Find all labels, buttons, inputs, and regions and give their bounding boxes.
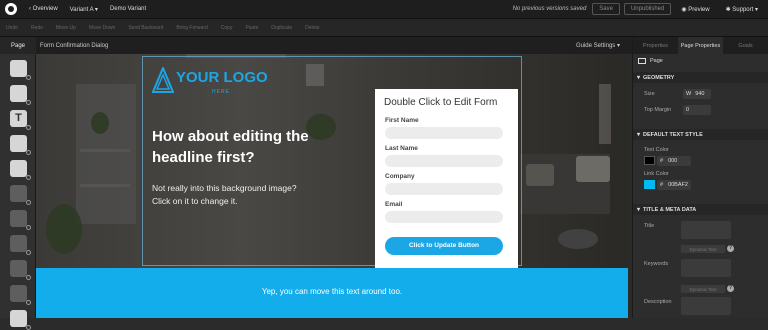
logo-image[interactable]: YOUR LOGO HERE: [152, 67, 272, 97]
headline-text[interactable]: How about editing the headline first?: [152, 126, 312, 168]
duplicate-button[interactable]: Duplicate: [271, 25, 292, 31]
chevron-down-icon: ▾: [94, 6, 98, 13]
field-label: Email: [385, 201, 403, 208]
monitor-icon: [638, 58, 646, 64]
link-color-value: 00BAF2: [668, 182, 688, 188]
section-text[interactable]: Yep, you can move this text around too.: [36, 287, 628, 296]
title-field[interactable]: [681, 221, 731, 239]
button-tool-icon[interactable]: [10, 185, 31, 205]
dynamic-text-button[interactable]: Dynamic Text: [681, 285, 725, 293]
email-field[interactable]: [385, 211, 503, 223]
blue-section[interactable]: Yep, you can move this text around too.: [36, 268, 628, 318]
image-tool-icon[interactable]: [10, 135, 31, 155]
logo-subtext: HERE: [212, 89, 230, 95]
text-color-value: 000: [668, 158, 678, 164]
body-text[interactable]: Not really into this background image? C…: [152, 182, 302, 208]
preview-button[interactable]: ◉ Preview: [675, 4, 715, 15]
tab-properties[interactable]: Properties: [633, 37, 678, 54]
top-bar: ‹ Overview Variant A ▾ Demo Variant No p…: [0, 0, 768, 19]
move-down-button[interactable]: Move Down: [89, 25, 115, 31]
guide-settings-dropdown[interactable]: Guide Settings ▾: [576, 42, 620, 49]
breadcrumb[interactable]: Form Confirmation Dialog: [40, 43, 108, 49]
paste-button[interactable]: Paste: [245, 25, 258, 31]
top-margin-field[interactable]: 0: [683, 105, 711, 115]
triangle-logo-icon: [152, 67, 174, 93]
section-tool-icon[interactable]: [10, 60, 31, 80]
text-color-field[interactable]: #000: [657, 156, 691, 166]
page-bar: Page Form Confirmation Dialog Guide Sett…: [0, 37, 632, 54]
size-label: Size: [644, 91, 655, 97]
meta-section-header[interactable]: TITLE & META DATA: [633, 204, 768, 215]
link-color-swatch[interactable]: [644, 180, 655, 189]
send-backward-button[interactable]: Send Backward: [128, 25, 163, 31]
keywords-field[interactable]: [681, 259, 731, 277]
support-button[interactable]: ✱ Support ▾: [720, 4, 764, 15]
last-name-field[interactable]: [385, 155, 503, 167]
logo-text: YOUR LOGO: [176, 69, 268, 86]
bring-forward-button[interactable]: Bring Forward: [176, 25, 207, 31]
variant-select[interactable]: Variant A ▾: [70, 6, 98, 13]
geometry-section-header[interactable]: GEOMETRY: [633, 72, 768, 83]
tab-page-properties[interactable]: Page Properties: [678, 37, 723, 54]
tab-goals[interactable]: Goals: [723, 37, 768, 54]
text-color-label: Text Color: [644, 147, 669, 153]
link-color-field[interactable]: #00BAF2: [657, 180, 691, 190]
field-label: Company: [385, 173, 415, 180]
copy-button[interactable]: Copy: [221, 25, 233, 31]
redo-button[interactable]: Redo: [31, 25, 43, 31]
lead-form[interactable]: Double Click to Edit Form First Name Las…: [375, 89, 518, 268]
company-field[interactable]: [385, 183, 503, 195]
properties-panel: Properties Page Properties Goals Page GE…: [632, 37, 768, 318]
overview-link[interactable]: ‹ Overview: [29, 6, 58, 12]
help-icon[interactable]: ?: [727, 285, 734, 292]
field-label: First Name: [385, 117, 419, 124]
video-tool-icon[interactable]: [10, 260, 31, 280]
width-value: 940: [695, 91, 705, 97]
size-width-field[interactable]: W 940: [683, 89, 711, 99]
save-button[interactable]: Save: [592, 3, 620, 15]
thumbs-up-tool-icon[interactable]: [10, 310, 31, 330]
description-field[interactable]: [681, 297, 731, 315]
form-title: Double Click to Edit Form: [384, 97, 498, 108]
dynamic-text-button[interactable]: Dynamic Text: [681, 245, 725, 253]
lightbox-tool-icon[interactable]: [10, 160, 31, 180]
edit-toolbar: Undo Redo Move Up Move Down Send Backwar…: [0, 19, 768, 37]
page-canvas[interactable]: YOUR LOGO HERE How about editing the hea…: [36, 54, 628, 318]
app-logo-icon[interactable]: [5, 3, 17, 15]
delete-button[interactable]: Delete: [305, 25, 319, 31]
keywords-label: Keywords: [644, 261, 669, 267]
widget-toolbox: T: [0, 54, 36, 330]
text-color-swatch[interactable]: [644, 156, 655, 165]
title-label: Title: [644, 223, 655, 229]
text-tool-icon[interactable]: T: [10, 110, 31, 130]
hash-label: #: [660, 182, 664, 188]
tab-page[interactable]: Page: [0, 37, 36, 54]
variant-label: Variant A: [69, 6, 94, 13]
help-icon[interactable]: ?: [727, 245, 734, 252]
undo-button[interactable]: Undo: [6, 25, 18, 31]
form-tool-icon[interactable]: [10, 210, 31, 230]
first-name-field[interactable]: [385, 127, 503, 139]
move-up-button[interactable]: Move Up: [56, 25, 76, 31]
variant-name[interactable]: Demo Variant: [110, 6, 146, 12]
form-submit-button[interactable]: Click to Update Button: [385, 237, 503, 255]
link-color-label: Link Color: [644, 171, 669, 177]
page-header: Page: [638, 58, 663, 64]
save-status: No previous versions saved: [512, 6, 587, 12]
code-tool-icon[interactable]: [10, 285, 31, 305]
top-margin-label: Top Margin: [644, 107, 672, 113]
social-tool-icon[interactable]: [10, 235, 31, 255]
width-prefix: W: [686, 91, 692, 97]
gear-icon: ✱: [725, 6, 731, 13]
field-label: Last Name: [385, 145, 418, 152]
box-tool-icon[interactable]: [10, 85, 31, 105]
support-label: Support: [732, 6, 754, 13]
preview-label: Preview: [688, 6, 710, 13]
unpublished-button[interactable]: Unpublished: [623, 3, 672, 15]
description-label: Description: [644, 299, 672, 305]
text-style-section-header[interactable]: DEFAULT TEXT STYLE: [633, 129, 768, 140]
page-header-label: Page: [650, 58, 663, 64]
hash-label: #: [660, 158, 664, 164]
eye-icon: ◉: [681, 6, 687, 13]
